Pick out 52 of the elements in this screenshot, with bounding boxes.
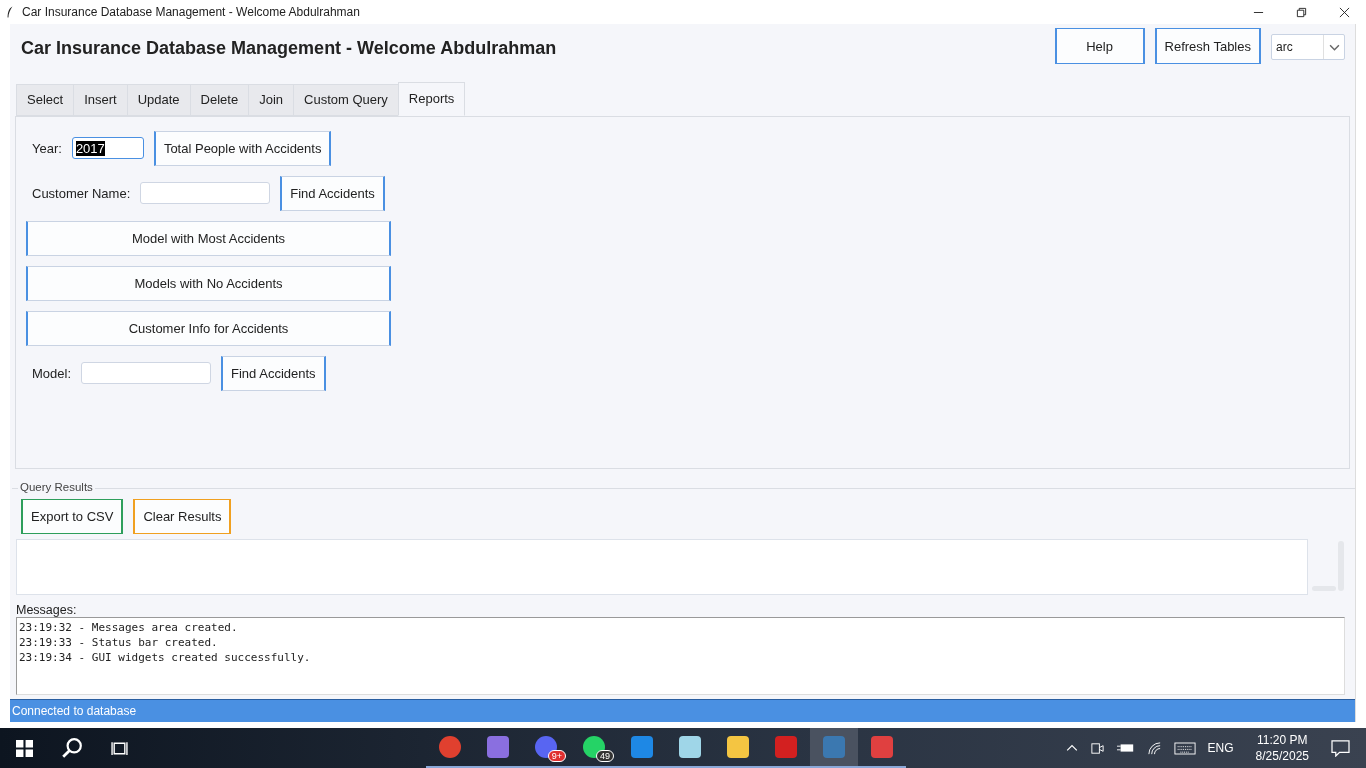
input-field[interactable] <box>140 182 271 205</box>
message-line: 23:19:34 - GUI widgets created successfully. <box>19 650 312 666</box>
close-icon[interactable] <box>1339 6 1350 18</box>
window-title: Car Insurance Database Management - Welcome Abdulrahman <box>22 5 360 19</box>
chevron-down-icon <box>1328 43 1340 51</box>
camera-icon[interactable] <box>1089 740 1105 756</box>
clock-date[interactable]: 8/25/2025 <box>1255 748 1309 764</box>
battery-icon[interactable] <box>1116 742 1135 754</box>
message-line: 23:19:32 - Messages area created. <box>19 620 239 636</box>
clock-time[interactable]: 11:20 PM <box>1257 732 1308 748</box>
keyboard-icon[interactable] <box>1173 741 1196 755</box>
report-button[interactable]: Models with No Accidents <box>26 265 391 301</box>
tab[interactable]: Reports <box>397 81 466 116</box>
notification-badge: 9+ <box>547 750 566 762</box>
tab[interactable]: Join <box>248 83 294 116</box>
notification-icon[interactable] <box>1331 739 1350 757</box>
input-field[interactable]: 2017 <box>71 137 144 160</box>
wifi-icon[interactable] <box>1146 740 1162 756</box>
report-button[interactable]: Find Accidents <box>280 175 385 211</box>
taskbar-app[interactable]: 9+ <box>522 728 570 768</box>
windows-start-icon[interactable] <box>16 739 33 757</box>
report-button[interactable]: Total People with Accidents <box>153 130 332 166</box>
messages-label: Messages: <box>16 603 78 618</box>
tab[interactable]: Delete <box>189 83 250 116</box>
input-field[interactable] <box>81 362 212 385</box>
restore-icon[interactable] <box>1296 6 1307 18</box>
notification-badge: 49 <box>596 750 614 762</box>
report-button[interactable]: Customer Info for Accidents <box>26 310 391 346</box>
help-button[interactable]: Help <box>1054 28 1145 64</box>
task-view-icon[interactable] <box>111 739 128 757</box>
field-label: Customer Name: <box>32 185 131 201</box>
field-label: Model: <box>32 365 72 381</box>
message-line: 23:19:33 - Status bar created. <box>19 635 219 651</box>
chevron-up-icon[interactable] <box>1065 744 1078 752</box>
tab[interactable]: Insert <box>73 83 128 116</box>
language-indicator[interactable]: ENG <box>1207 741 1234 755</box>
refresh-tables-button[interactable]: Refresh Tables <box>1154 28 1261 64</box>
results-button[interactable]: Export to CSV <box>21 499 124 535</box>
taskbar-app[interactable]: 49 <box>570 728 618 768</box>
report-button[interactable]: Find Accidents <box>221 355 326 391</box>
feather-icon <box>6 5 14 19</box>
report-button[interactable]: Model with Most Accidents <box>26 220 391 256</box>
field-label: Year: <box>32 140 62 156</box>
search-icon[interactable] <box>61 737 83 759</box>
tab[interactable]: Update <box>126 83 191 116</box>
theme-dropdown[interactable]: arc <box>1271 34 1345 60</box>
tab[interactable]: Select <box>16 83 75 116</box>
app-heading: Car Insurance Database Management - Welcome Abdulrahman <box>21 38 557 59</box>
status-bar: Connected to database <box>10 699 1355 722</box>
tab[interactable]: Custom Query <box>293 83 399 116</box>
group-title: Query Results <box>18 481 95 494</box>
results-button[interactable]: Clear Results <box>133 499 232 535</box>
